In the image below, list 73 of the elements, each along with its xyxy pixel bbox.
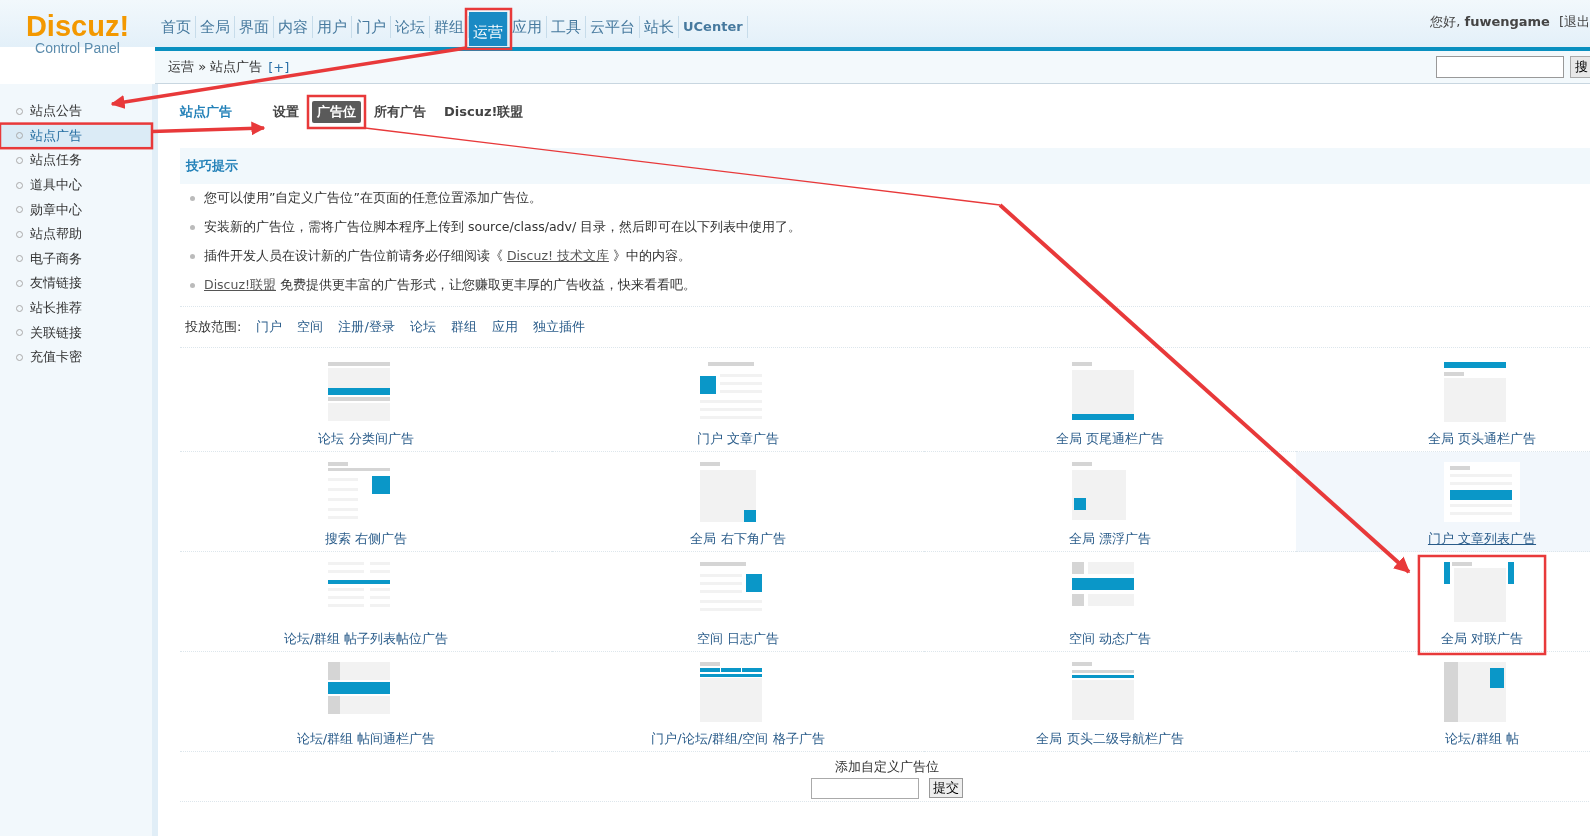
nav-tab[interactable]: 运营 [469, 12, 508, 46]
ad-slot[interactable]: 论坛/群组 帖 [1296, 652, 1590, 752]
highlight-frame [464, 7, 513, 51]
breadcrumb: 运营 » 站点广告 [168, 58, 263, 76]
custom-slot-field[interactable] [810, 778, 919, 799]
logout-link[interactable]: [退出 [1558, 13, 1590, 47]
custom-slot-label: 添加自定义广告位 [834, 758, 939, 776]
nav-tab[interactable]: 云平台 [586, 16, 640, 38]
scope-label: 投放范围: [185, 318, 242, 336]
submit-button[interactable]: 提交 [928, 778, 963, 798]
search-button[interactable]: 搜 [1570, 56, 1590, 78]
ad-slot[interactable]: 全局 右下角广告 [552, 452, 924, 552]
sidebar-item[interactable]: 道具中心 [0, 172, 152, 198]
sidebar-item[interactable]: 勋章中心 [0, 197, 152, 222]
scope-link[interactable]: 独立插件 [532, 318, 585, 336]
tab[interactable]: 设置 [268, 101, 304, 123]
tip-text: 插件开发人员在设计新的广告位前请务必仔细阅读《 Discuz! 技术文库 》中的内容。 [204, 248, 691, 265]
add-shortcut-link[interactable]: [+] [268, 59, 290, 75]
sidebar-item[interactable]: 站点任务 [0, 148, 152, 173]
sidebar-item[interactable]: 充值卡密 [0, 344, 152, 370]
sidebar-item[interactable]: 电子商务 [0, 246, 152, 272]
tip-text: 您可以使用”自定义广告位”在页面的任意位置添加广告位。 [204, 190, 542, 207]
ad-slot[interactable]: 全局 页尾通栏广告 [924, 352, 1296, 452]
tips-heading: 技巧提示 [180, 148, 1590, 184]
scope-link[interactable]: 群组 [450, 318, 477, 336]
nav-tab[interactable]: 工具 [547, 16, 586, 38]
nav-tab[interactable]: 站长 [640, 16, 679, 38]
logo-subtitle: Control Panel [35, 40, 120, 56]
nav-tab[interactable]: 内容 [274, 16, 313, 38]
sidebar-item[interactable]: 友情链接 [0, 271, 152, 296]
ad-slot[interactable]: 空间 日志广告 [552, 552, 924, 652]
tab[interactable]: Discuz!联盟 [439, 101, 529, 123]
nav-tab[interactable]: 全局 [196, 16, 235, 38]
tip-text: Discuz!联盟 免费提供更丰富的广告形式，让您赚取更丰厚的广告收益，快来看看吧。 [204, 277, 696, 294]
link[interactable]: Discuz!联盟 [204, 277, 276, 292]
scope-link[interactable]: 门户 [256, 318, 283, 336]
nav-tab[interactable]: 论坛 [391, 16, 430, 38]
scope-link[interactable]: 应用 [491, 318, 518, 336]
nav-tab[interactable]: 首页 [157, 16, 196, 38]
greeting: 您好, fuwengame [1430, 13, 1550, 31]
ad-slot[interactable]: 全局 对联广告 [1296, 552, 1590, 652]
ad-slot[interactable]: 论坛/群组 帖间通栏广告 [180, 652, 552, 752]
nav-tab[interactable]: 用户 [313, 16, 352, 38]
ad-slot[interactable]: 论坛/群组 帖子列表帖位广告 [180, 552, 552, 652]
nav-tab[interactable]: 应用 [508, 16, 547, 38]
sidebar-item[interactable]: 站点公告 [0, 99, 152, 124]
sidebar-item[interactable]: 站点帮助 [0, 221, 152, 247]
scope-link[interactable]: 注册/登录 [338, 318, 395, 336]
tab[interactable]: 所有广告 [369, 101, 431, 123]
nav-tab[interactable]: UCenter [679, 16, 748, 38]
ad-slot[interactable]: 空间 动态广告 [924, 552, 1296, 652]
scope-link[interactable]: 论坛 [409, 318, 436, 336]
ad-slot[interactable]: 论坛 分类间广告 [180, 352, 552, 452]
nav-tab[interactable]: 界面 [235, 16, 274, 38]
ad-slot[interactable]: 全局 漂浮广告 [924, 452, 1296, 552]
search-field[interactable] [1436, 56, 1564, 78]
highlight-frame [306, 94, 367, 130]
sidebar-item[interactable]: 站长推荐 [0, 295, 152, 321]
ad-slot[interactable]: 全局 页头通栏广告 [1296, 352, 1590, 452]
nav-tab[interactable]: 门户 [352, 16, 391, 38]
tab[interactable]: 广告位 [312, 101, 361, 123]
page-title: 站点广告 [180, 103, 232, 121]
link[interactable]: Discuz! 技术文库 [507, 248, 609, 263]
ad-slot[interactable]: 门户/论坛/群组/空间 格子广告 [552, 652, 924, 752]
ad-slot[interactable]: 门户 文章广告 [552, 352, 924, 452]
tip-text: 安装新的广告位，需将广告位脚本程序上传到 source/class/adv/ 目录，然后即可在以下列表中使用了。 [204, 219, 802, 236]
scope-link[interactable]: 空间 [297, 318, 324, 336]
ad-slot[interactable]: 门户 文章列表广告 [1296, 452, 1590, 552]
ad-slot[interactable]: 全局 页头二级导航栏广告 [924, 652, 1296, 752]
ad-slot[interactable]: 搜索 右侧广告 [180, 452, 552, 552]
logo: Discuz! [25, 12, 130, 40]
sidebar-item[interactable]: 关联链接 [0, 320, 152, 345]
ad-layout-icon [1444, 462, 1520, 522]
